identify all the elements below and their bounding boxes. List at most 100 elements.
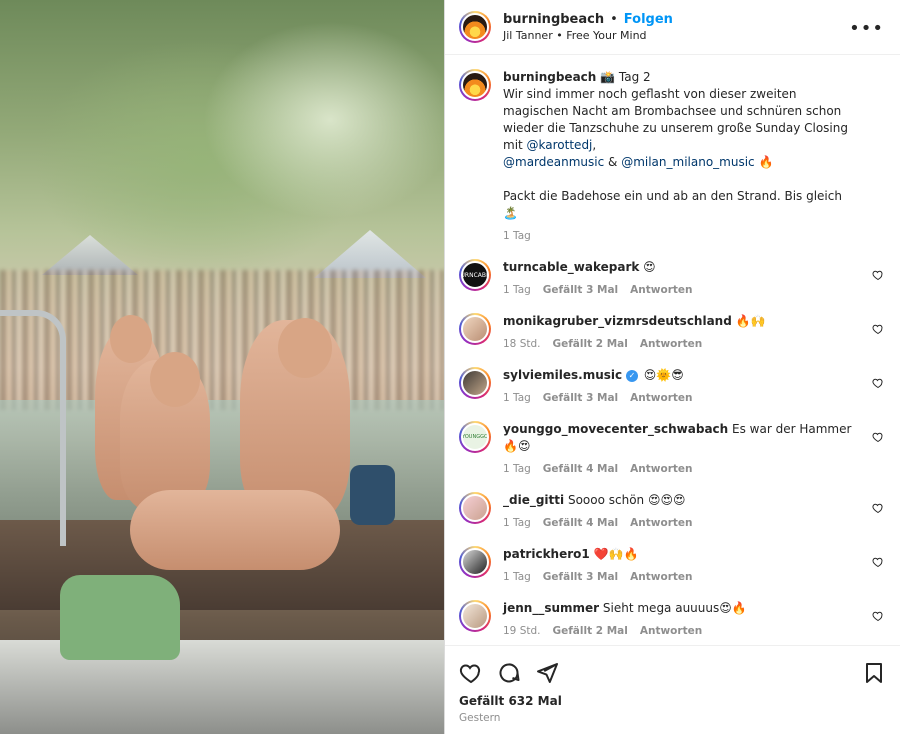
heart-icon[interactable] [872,431,884,443]
heart-icon[interactable] [872,610,884,622]
comment-username[interactable]: sylviemiles.music [503,368,622,382]
avatar[interactable] [459,11,491,43]
photo-person-head [150,352,200,407]
reply-button[interactable]: Antworten [640,336,702,353]
header-username[interactable]: burningbeach [503,12,604,27]
photo-bag [60,575,180,660]
reply-button[interactable]: Antworten [630,569,692,586]
comment-likes[interactable]: Gefällt 2 Mal [552,336,627,353]
heart-icon[interactable] [872,502,884,514]
avatar[interactable] [459,367,491,399]
photo-crowd [0,270,444,410]
avatar[interactable]: YOUNGGO [459,421,491,453]
header-subtitle[interactable]: Jil Tanner • Free Your Mind [503,29,673,42]
caption-text: Wir sind immer noch geflasht von dieser … [503,86,858,171]
post-date: Gestern [459,712,501,724]
more-icon[interactable]: ••• [849,18,884,39]
caption-title: 📸 Tag 2 [596,70,651,84]
avatar-image: YOUNGGO [461,423,489,451]
heart-icon[interactable] [872,269,884,281]
mention-link[interactable]: @karottedj [527,138,593,152]
comment-time[interactable]: 19 Std. [503,623,540,640]
caption-text-part: 🔥 [754,155,774,169]
reply-button[interactable]: Antworten [630,515,692,532]
comment-likes[interactable]: Gefällt 2 Mal [552,623,627,640]
avatar-image [461,315,489,343]
caption-username[interactable]: burningbeach [503,70,596,84]
avatar-image [461,548,489,576]
heart-icon[interactable] [872,556,884,568]
comment-username[interactable]: _die_gitti [503,493,564,507]
comment-row: TURNCABLE turncable_wakepark 😍 1 Tag Gef… [459,259,886,299]
header-text: burningbeach • Folgen Jil Tanner • Free … [503,12,673,42]
post-panel: burningbeach • Folgen Jil Tanner • Free … [444,0,900,734]
caption-time[interactable]: 1 Tag [503,228,531,245]
photo-shorts [350,465,395,525]
photo-person-lying [130,490,340,570]
comment-text: ❤️🙌🔥 [589,547,639,561]
comment-likes[interactable]: Gefällt 4 Mal [543,461,618,478]
comments-list[interactable]: burningbeach 📸 Tag 2 Wir sind immer noch… [445,55,900,645]
heart-icon[interactable] [872,323,884,335]
comment-row: patrickhero1 ❤️🙌🔥 1 Tag Gefällt 3 Mal An… [459,546,886,586]
avatar-image [461,602,489,630]
avatar[interactable] [459,492,491,524]
comment-time[interactable]: 1 Tag [503,515,531,532]
comment-row: sylviemiles.music ✓ 😍🌞😎 1 Tag Gefällt 3 … [459,367,886,407]
comment-likes[interactable]: Gefällt 3 Mal [543,569,618,586]
comment-likes[interactable]: Gefällt 3 Mal [543,390,618,407]
photo-tent [42,235,138,275]
heart-icon[interactable] [459,661,483,685]
reply-button[interactable]: Antworten [640,623,702,640]
verified-badge-icon: ✓ [625,369,638,382]
instagram-post-view: burningbeach • Folgen Jil Tanner • Free … [0,0,900,734]
caption-text-part: & [604,155,622,169]
send-icon[interactable] [535,661,559,685]
avatar[interactable] [459,546,491,578]
avatar[interactable] [459,69,491,101]
heart-icon[interactable] [872,377,884,389]
flame-logo-icon [461,13,489,41]
comment-text: 😍 [639,260,656,274]
action-bar [445,645,900,700]
avatar-image [461,494,489,522]
photo-person-head [278,318,332,378]
comment-text: 🔥🙌 [731,314,766,328]
comment-text: Sieht mega auuuus😍🔥 [599,601,747,615]
comment-time[interactable]: 1 Tag [503,569,531,586]
comment-row: monikagruber_vizmrsdeutschland 🔥🙌 18 Std… [459,313,886,353]
post-header: burningbeach • Folgen Jil Tanner • Free … [445,0,900,55]
avatar[interactable] [459,313,491,345]
comment-time[interactable]: 1 Tag [503,390,531,407]
comment-username[interactable]: turncable_wakepark [503,260,639,274]
comment-row: YOUNGGO younggo_movecenter_schwabach Es … [459,421,886,478]
avatar[interactable] [459,600,491,632]
reply-button[interactable]: Antworten [630,282,692,299]
mention-link[interactable]: @mardeanmusic [503,155,604,169]
flame-logo-icon [461,71,489,99]
comment-username[interactable]: monikagruber_vizmrsdeutschland [503,314,732,328]
comment-time[interactable]: 1 Tag [503,282,531,299]
follow-button[interactable]: Folgen [624,12,673,27]
comment-username[interactable]: jenn__summer [503,601,599,615]
comment-time[interactable]: 18 Std. [503,336,540,353]
caption: burningbeach 📸 Tag 2 Wir sind immer noch… [459,69,886,245]
reply-button[interactable]: Antworten [630,390,692,407]
avatar[interactable]: TURNCABLE [459,259,491,291]
bookmark-icon[interactable] [862,661,886,685]
photo-ladder-rail [0,310,66,546]
comment-username[interactable]: younggo_movecenter_schwabach [503,422,728,436]
comment-likes[interactable]: Gefällt 4 Mal [543,515,618,532]
comment-text: 😍🌞😎 [639,368,684,382]
comment-likes[interactable]: Gefällt 3 Mal [543,282,618,299]
comment-row: jenn__summer Sieht mega auuuus😍🔥 19 Std.… [459,600,886,640]
comment-username[interactable]: patrickhero1 [503,547,590,561]
post-photo[interactable] [0,0,444,734]
comment-row: _die_gitti Soooo schön 😍😍😍 1 Tag Gefällt… [459,492,886,532]
reply-button[interactable]: Antworten [630,461,692,478]
photo-person-head [110,315,152,363]
comment-time[interactable]: 1 Tag [503,461,531,478]
comment-icon[interactable] [497,661,521,685]
avatar-image: TURNCABLE [461,261,489,289]
mention-link[interactable]: @milan_milano_music [621,155,754,169]
